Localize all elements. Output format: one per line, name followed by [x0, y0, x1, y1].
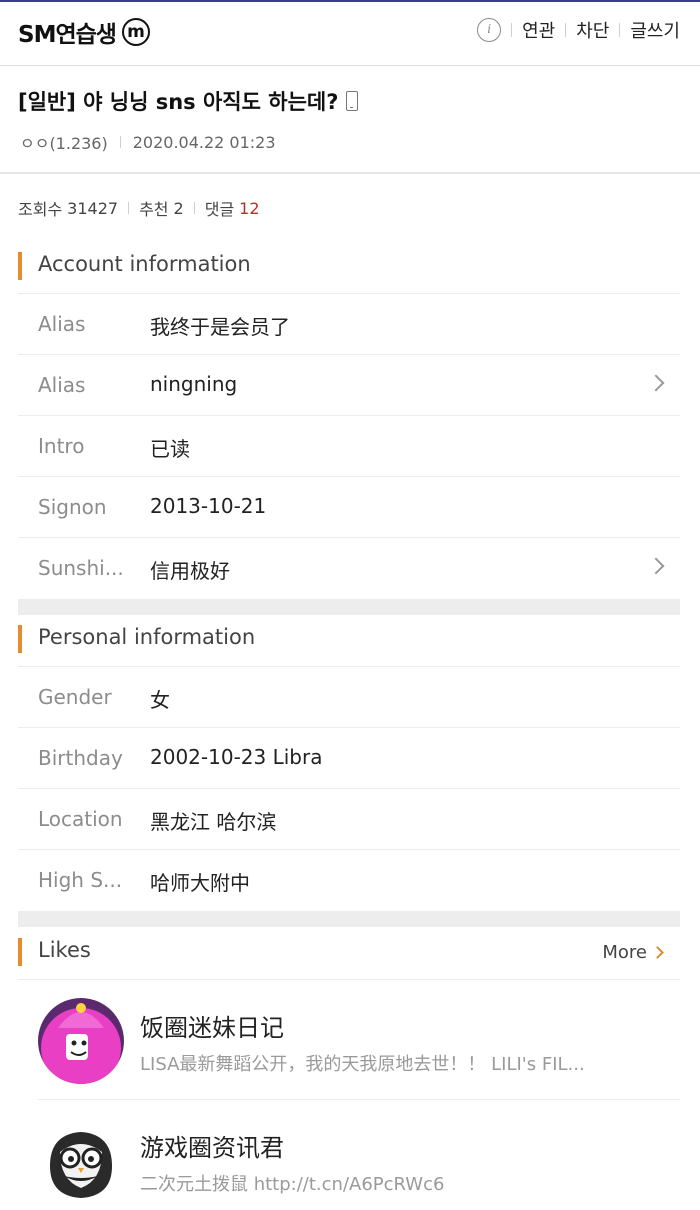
post-title-text: [일반] 야 닝닝 sns 아직도 하는데? [18, 90, 339, 114]
divider [128, 202, 130, 214]
info-row[interactable]: Sunshi... 信用极好 [18, 538, 680, 599]
avatar[interactable] [38, 998, 124, 1084]
mobile-icon [346, 91, 359, 111]
info-row: Location 黑龙江 哈尔滨 [18, 789, 680, 850]
section-header: Account information [18, 238, 680, 294]
liked-account-item[interactable]: 游戏圈资讯君 二次元土拨鼠 http://t.cn/A6PcRWc6 [38, 1100, 680, 1210]
info-row[interactable]: Alias ningning [18, 355, 680, 416]
top-actions: i 연관 차단 글쓰기 [477, 16, 680, 44]
chevron-right-icon[interactable] [647, 374, 665, 392]
info-row: Intro 已读 [18, 416, 680, 477]
comments-label[interactable]: 댓글 [205, 196, 234, 220]
post-author[interactable]: ㅇㅇ(1.236) [20, 130, 108, 154]
divider [619, 23, 621, 37]
row-label: Signon [38, 495, 107, 519]
minor-gallery-badge: m [121, 18, 150, 46]
gallery-brand[interactable]: SM연습생 m [18, 12, 150, 52]
info-row: Signon 2013-10-21 [18, 477, 680, 538]
views-label: 조회수 [18, 200, 63, 219]
row-label: Alias [38, 373, 86, 397]
row-value: 哈师大附中 [150, 871, 250, 895]
section-accent-bar [18, 625, 22, 653]
row-label: Sunshi... [38, 556, 124, 580]
section-header: Personal information [18, 611, 680, 667]
recommend-label: 추천 [139, 200, 169, 219]
liked-account-desc: LISA最新舞蹈公开，我的天我原地去世！！ LILI's FIL... [140, 1054, 585, 1075]
post-meta: ㅇㅇ(1.236) 2020.04.22 01:23 [20, 130, 276, 154]
account-section: Account information Alias 我终于是会员了 Alias … [18, 238, 680, 615]
recommend-count: 2 [173, 198, 184, 218]
info-row: High S... 哈师大附中 [18, 850, 680, 911]
row-value: 女 [150, 688, 170, 712]
row-label: Intro [38, 434, 85, 458]
chevron-right-icon[interactable] [647, 557, 665, 575]
related-link[interactable]: 연관 [522, 17, 555, 43]
info-icon[interactable]: i [477, 18, 502, 42]
info-row: Alias 我终于是会员了 [18, 294, 680, 355]
write-link[interactable]: 글쓰기 [630, 17, 680, 43]
section-accent-bar [18, 938, 22, 966]
section-title: Likes [38, 938, 91, 962]
row-value: ningning [150, 372, 238, 396]
info-row: Gender 女 [18, 667, 680, 728]
section-title: Personal information [38, 625, 256, 649]
row-label: Birthday [38, 746, 123, 770]
row-value: 2002-10-23 Libra [150, 745, 323, 769]
row-label: Alias [38, 312, 86, 336]
row-value: 信用极好 [150, 559, 230, 583]
row-label: Gender [38, 685, 112, 709]
row-label: High S... [38, 868, 123, 892]
liked-account-desc: 二次元土拨鼠 http://t.cn/A6PcRWc6 [140, 1174, 445, 1195]
row-label: Location [38, 807, 123, 831]
gallery-name[interactable]: SM연습생 [18, 15, 117, 49]
liked-account-name[interactable]: 游戏圈资讯君 [140, 1128, 284, 1163]
row-value: 已读 [150, 437, 190, 461]
comments-count[interactable]: 12 [239, 199, 259, 218]
views-count: 31427 [67, 198, 119, 218]
liked-account-name[interactable]: 饭圈迷妹日记 [140, 1008, 284, 1043]
personal-section: Personal information Gender 女 Birthday 2… [18, 611, 680, 927]
section-accent-bar [18, 252, 22, 280]
post-title: [일반] 야 닝닝 sns 아직도 하는데? [18, 86, 359, 116]
more-label[interactable]: More [602, 942, 647, 963]
divider [193, 202, 195, 214]
divider [119, 136, 121, 148]
section-header: Likes More [18, 924, 680, 980]
more-link[interactable]: More [602, 942, 664, 963]
post-header: [일반] 야 닝닝 sns 아직도 하는데? ㅇㅇ(1.236) 2020.04… [0, 66, 700, 174]
chevron-right-icon[interactable] [651, 946, 664, 959]
divider [511, 23, 513, 37]
post-datetime: 2020.04.22 01:23 [132, 132, 276, 152]
info-row: Birthday 2002-10-23 Libra [18, 728, 680, 789]
section-title: Account information [38, 252, 251, 276]
row-value: 2013-10-21 [150, 494, 267, 518]
likes-section: Likes More 饭圈迷妹日记 LISA最新舞蹈公开，我的天我原地去世！！ … [18, 924, 680, 1210]
divider [565, 23, 567, 37]
top-bar: SM연습생 m i 연관 차단 글쓰기 [0, 0, 700, 66]
liked-account-item[interactable]: 饭圈迷妹日记 LISA最新舞蹈公开，我的天我原地去世！！ LILI's FIL.… [38, 980, 680, 1100]
row-value: 黑龙江 哈尔滨 [150, 810, 277, 834]
block-link[interactable]: 차단 [576, 17, 609, 43]
post-stats: 조회수 31427 추천 2 댓글 12 [18, 196, 260, 220]
avatar[interactable] [38, 1118, 124, 1204]
row-value: 我终于是会员了 [150, 315, 290, 339]
